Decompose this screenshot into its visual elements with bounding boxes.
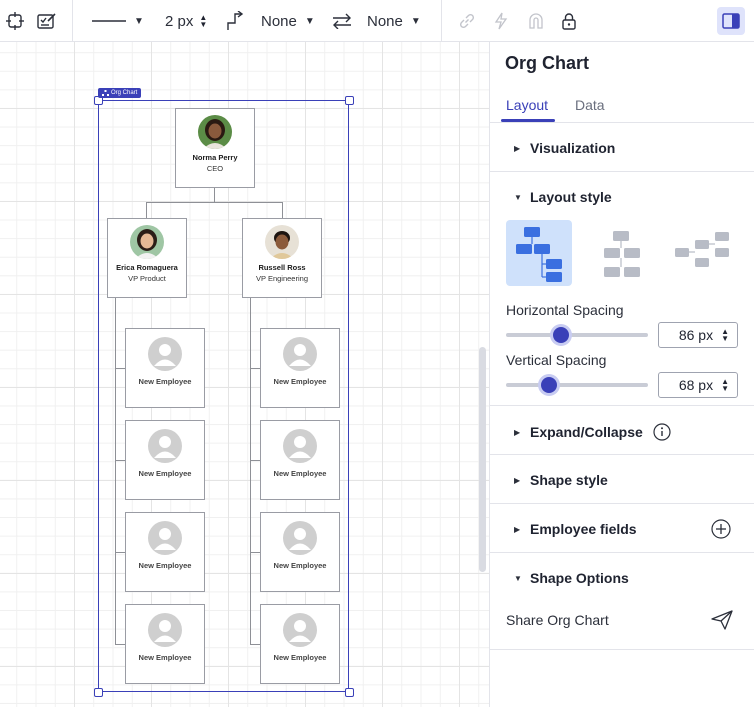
section-label: Employee fields	[530, 521, 637, 537]
resize-handle[interactable]	[345, 96, 354, 105]
line-style-dropdown[interactable]: ▼	[92, 0, 144, 42]
layout-option-vertical-list[interactable]	[506, 220, 572, 286]
chevron-right-icon: ▶	[514, 475, 521, 485]
tab-data[interactable]: Data	[575, 97, 605, 113]
section-employee-fields: ▶ Employee fields	[490, 504, 754, 553]
panel-toggle-icon	[722, 13, 740, 29]
panel-toggle-button[interactable]	[717, 7, 745, 35]
line-width-stepper[interactable]: 2 px ▲ ▼	[165, 0, 207, 42]
expand-collapse-header[interactable]: ▶ Expand/Collapse	[514, 423, 671, 441]
active-tab-indicator	[501, 119, 555, 122]
org-chart-icon	[102, 90, 109, 96]
chevron-right-icon: ▶	[514, 143, 521, 153]
end-arrow-value: None	[367, 12, 403, 30]
chevron-down-icon: ▼	[134, 15, 144, 27]
panel-tabs: Layout Data	[490, 86, 754, 123]
start-arrow-value: None	[261, 12, 297, 30]
chevron-right-icon: ▶	[514, 524, 521, 534]
link-icon[interactable]	[458, 0, 476, 42]
layout-horizontal-icon	[675, 232, 729, 267]
section-label: Expand/Collapse	[530, 424, 643, 440]
checklist-icon[interactable]	[37, 0, 57, 42]
selection-box	[98, 100, 349, 692]
add-field-icon[interactable]	[711, 519, 731, 539]
horizontal-spacing-input[interactable]: 86 px ▲ ▼	[658, 322, 738, 348]
resize-handle[interactable]	[345, 688, 354, 697]
lightning-icon[interactable]	[494, 0, 508, 42]
connector-elbow-icon[interactable]	[225, 0, 245, 42]
vertical-spacing-label: Vertical Spacing	[506, 352, 607, 368]
share-org-chart-label[interactable]: Share Org Chart	[506, 612, 609, 628]
section-expand-collapse: ▶ Expand/Collapse	[490, 406, 754, 455]
stepper-arrows-icon[interactable]: ▲ ▼	[721, 328, 729, 343]
org-chart-tag[interactable]: Org Chart	[98, 88, 142, 98]
chevron-down-icon: ▼	[514, 573, 522, 583]
lock-icon[interactable]	[561, 0, 577, 42]
toolbar: ▼ 2 px ▲ ▼ None ▼ None ▼	[0, 0, 754, 42]
horizontal-spacing-slider[interactable]	[506, 333, 648, 337]
info-icon[interactable]	[653, 423, 671, 441]
stepper-arrows-icon: ▲ ▼	[199, 13, 208, 29]
chevron-down-icon: ▼	[514, 192, 522, 202]
vertical-spacing-slider[interactable]	[506, 383, 648, 387]
horizontal-spacing-value: 86 px	[678, 327, 714, 343]
chevron-right-icon: ▶	[514, 427, 521, 437]
visualization-header[interactable]: ▶ Visualization	[514, 140, 615, 156]
section-shape-style: ▶ Shape style	[490, 455, 754, 504]
swap-arrows-icon[interactable]	[332, 0, 352, 42]
chevron-down-icon: ▼	[304, 15, 315, 27]
layout-style-header[interactable]: ▼ Layout style	[514, 189, 612, 205]
shape-options-header[interactable]: ▼ Shape Options	[514, 570, 629, 586]
end-arrow-dropdown[interactable]: None ▼	[367, 0, 421, 42]
canvas-scrollbar[interactable]	[479, 347, 486, 572]
layout-option-tree[interactable]	[588, 220, 654, 286]
section-layout-style: ▼ Layout style	[490, 172, 754, 406]
layout-vertical-list-icon	[516, 227, 562, 282]
layout-tree-icon	[604, 231, 640, 277]
layout-option-horizontal[interactable]	[670, 220, 736, 286]
vertical-spacing-value: 68 px	[678, 377, 714, 393]
vertical-spacing-input[interactable]: 68 px ▲ ▼	[658, 372, 738, 398]
line-width-value: 2 px	[165, 12, 194, 30]
resize-handle[interactable]	[94, 688, 103, 697]
horizontal-spacing-label: Horizontal Spacing	[506, 302, 624, 318]
panel-title: Org Chart	[505, 53, 590, 73]
section-label: Visualization	[530, 140, 616, 156]
magnet-icon[interactable]	[527, 0, 545, 42]
crop-icon[interactable]	[6, 0, 24, 42]
section-visualization: ▶ Visualization	[490, 123, 754, 172]
shape-style-header[interactable]: ▶ Shape style	[514, 472, 608, 488]
line-style-icon	[92, 20, 126, 22]
section-label: Shape style	[530, 472, 608, 488]
section-label: Layout style	[530, 189, 612, 205]
stepper-arrows-icon[interactable]: ▲ ▼	[721, 378, 729, 393]
send-icon[interactable]	[711, 610, 733, 630]
section-shape-options: ▼ Shape Options	[490, 553, 754, 650]
chevron-down-icon: ▼	[410, 15, 421, 27]
start-arrow-dropdown[interactable]: None ▼	[261, 0, 315, 42]
org-chart-tag-label: Org Chart	[111, 90, 138, 96]
employee-fields-header[interactable]: ▶ Employee fields	[514, 521, 637, 537]
section-label: Shape Options	[530, 570, 629, 586]
properties-panel: Org Chart Layout Data ▶ Visualization ▼ …	[489, 42, 754, 707]
vertical-spacing-slider-thumb[interactable]	[540, 377, 557, 393]
tab-layout[interactable]: Layout	[506, 97, 548, 113]
